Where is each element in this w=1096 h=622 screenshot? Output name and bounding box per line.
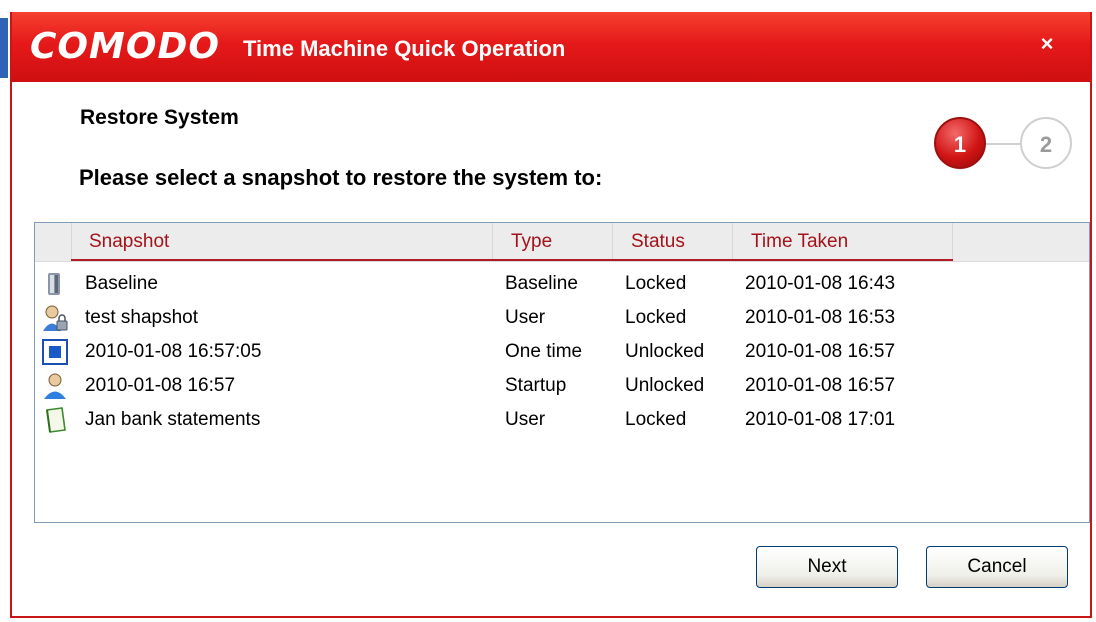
next-button[interactable]: Next <box>756 546 898 588</box>
step-connector <box>986 143 1020 145</box>
header-corner <box>35 223 72 259</box>
dialog-window: COMODO Time Machine Quick Operation × Re… <box>10 12 1092 618</box>
snapshot-status: Locked <box>625 273 687 294</box>
cancel-button[interactable]: Cancel <box>926 546 1068 588</box>
instruction-text: Please select a snapshot to restore the … <box>79 165 603 190</box>
snapshot-type: User <box>505 307 546 328</box>
table-row[interactable]: test shapshot User Locked 2010-01-08 16:… <box>35 301 1089 335</box>
snapshot-name: Jan bank statements <box>85 409 261 430</box>
snapshot-type: One time <box>505 341 583 362</box>
snapshot-type: User <box>505 409 546 430</box>
snapshot-time: 2010-01-08 16:53 <box>745 307 896 328</box>
snapshot-table[interactable]: Snapshot Type Status Time Taken Baseline… <box>34 222 1090 523</box>
snapshot-name: 2010-01-08 16:57:05 <box>85 341 262 362</box>
table-row[interactable]: Baseline Baseline Locked 2010-01-08 16:4… <box>35 267 1089 301</box>
step-1-indicator: 1 <box>934 117 986 169</box>
close-button[interactable]: × <box>1034 31 1060 57</box>
snapshot-name: 2010-01-08 16:57 <box>85 375 236 396</box>
column-header-time-taken[interactable]: Time Taken <box>733 223 953 259</box>
baseline-icon <box>41 270 69 298</box>
title-bar[interactable]: COMODO Time Machine Quick Operation × <box>12 12 1090 82</box>
snapshot-type: Baseline <box>505 273 578 294</box>
column-header-type[interactable]: Type <box>493 223 613 259</box>
startup-user-icon <box>41 372 69 400</box>
snapshot-status: Unlocked <box>625 341 705 362</box>
snapshot-status: Locked <box>625 307 687 328</box>
column-header-status[interactable]: Status <box>613 223 733 259</box>
window-edge-accent <box>0 18 8 78</box>
snapshot-time: 2010-01-08 16:57 <box>745 341 896 362</box>
table-row[interactable]: 2010-01-08 16:57 Startup Unlocked 2010-0… <box>35 369 1089 403</box>
snapshot-type: Startup <box>505 375 567 396</box>
header-underline <box>71 259 953 261</box>
table-row[interactable]: 2010-01-08 16:57:05 One time Unlocked 20… <box>35 335 1089 369</box>
table-header: Snapshot Type Status Time Taken <box>35 223 1089 262</box>
snapshot-time: 2010-01-08 17:01 <box>745 409 896 430</box>
snapshot-time: 2010-01-08 16:43 <box>745 273 896 294</box>
window-title: Time Machine Quick Operation <box>243 36 566 61</box>
page-heading: Restore System <box>80 106 239 129</box>
snapshot-name: test shapshot <box>85 307 199 328</box>
document-icon <box>41 406 69 434</box>
table-row[interactable]: Jan bank statements User Locked 2010-01-… <box>35 403 1089 437</box>
snapshot-name: Baseline <box>85 273 158 294</box>
step-2-indicator: 2 <box>1020 117 1072 169</box>
user-lock-icon <box>41 304 69 332</box>
one-time-icon <box>41 338 69 366</box>
snapshot-status: Locked <box>625 409 687 430</box>
comodo-logo: COMODO <box>30 26 220 67</box>
snapshot-time: 2010-01-08 16:57 <box>745 375 896 396</box>
column-header-snapshot[interactable]: Snapshot <box>71 223 493 259</box>
snapshot-status: Unlocked <box>625 375 705 396</box>
